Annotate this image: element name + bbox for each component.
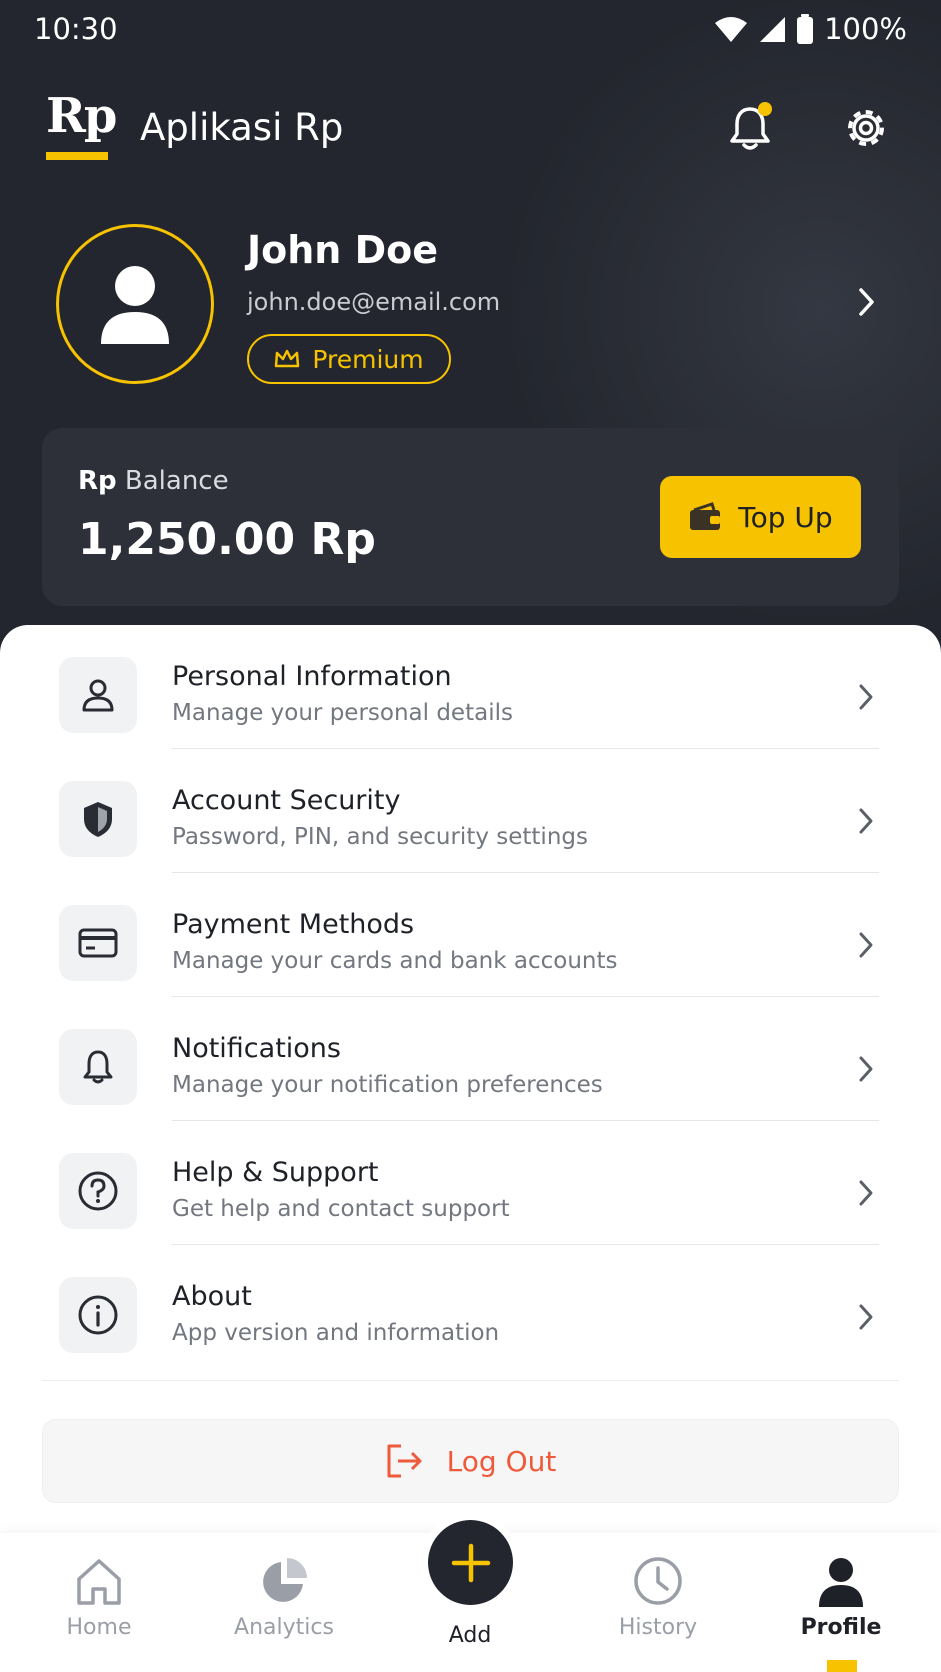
menu-title: Payment Methods — [172, 909, 415, 940]
nav-profile-label: Profile — [800, 1615, 882, 1640]
premium-badge: Premium — [247, 334, 451, 384]
status-bar: 10:30 100% — [0, 0, 941, 60]
crown-icon — [275, 349, 300, 368]
nav-history[interactable]: History — [588, 1553, 728, 1640]
menu-item-account-security[interactable]: Account Security Password, PIN, and secu… — [0, 749, 941, 873]
chevron-right-icon — [859, 1180, 873, 1206]
balance-value: 1,250.00 Rp — [78, 514, 376, 565]
active-tab-indicator — [827, 1660, 857, 1672]
logo-underline — [46, 152, 108, 160]
chevron-right-icon — [859, 684, 873, 710]
header-section: 10:30 100% Rp Aplikasi Rp John Doe john.… — [0, 0, 941, 660]
user-avatar-icon — [101, 266, 169, 344]
battery-icon — [797, 14, 814, 44]
menu-icon-box — [59, 1153, 137, 1229]
home-icon — [77, 1559, 121, 1605]
menu-title: Help & Support — [172, 1157, 379, 1188]
menu-subtitle: App version and information — [172, 1320, 500, 1346]
nav-add-label[interactable]: Add — [400, 1623, 540, 1648]
gear-icon — [848, 110, 884, 146]
menu-subtitle: Password, PIN, and security settings — [172, 824, 588, 850]
balance-currency: Rp — [78, 466, 117, 496]
info-icon — [78, 1295, 118, 1335]
menu-item-payment-methods[interactable]: Payment Methods Manage your cards and ba… — [0, 873, 941, 997]
pie-chart-icon — [263, 1558, 307, 1602]
balance-label-text: Balance — [124, 466, 229, 496]
battery-percent: 100% — [824, 12, 907, 46]
chevron-right-icon — [859, 808, 873, 834]
menu-subtitle: Get help and contact support — [172, 1196, 510, 1222]
signal-icon — [760, 17, 786, 42]
clock-icon — [634, 1557, 682, 1605]
help-icon — [78, 1171, 118, 1211]
nav-home[interactable]: Home — [29, 1553, 169, 1640]
menu-icon-box — [59, 657, 137, 733]
app-bar: Rp Aplikasi Rp — [0, 86, 941, 166]
log-out-button[interactable]: Log Out — [42, 1419, 899, 1503]
menu-icon-box — [59, 781, 137, 857]
nav-home-label: Home — [66, 1615, 132, 1640]
profile-name: John Doe — [247, 228, 439, 272]
chevron-right-icon — [859, 932, 873, 958]
user-icon — [82, 679, 114, 712]
chevron-right-icon — [859, 288, 874, 316]
menu-title: About — [172, 1281, 252, 1312]
logout-icon — [387, 1444, 422, 1478]
settings-button[interactable] — [840, 102, 892, 154]
list-divider — [42, 1380, 899, 1381]
menu-item-personal-information[interactable]: Personal Information Manage your persona… — [0, 625, 941, 749]
notifications-button[interactable] — [724, 102, 776, 154]
top-up-label: Top Up — [738, 500, 833, 534]
nav-analytics[interactable]: Analytics — [214, 1553, 354, 1640]
menu-title: Personal Information — [172, 661, 452, 692]
menu-icon-box — [59, 1277, 137, 1353]
menu-icon-box — [59, 1029, 137, 1105]
status-icons: 100% — [714, 12, 907, 46]
menu-subtitle: Manage your notification preferences — [172, 1072, 603, 1098]
menu-title: Notifications — [172, 1033, 341, 1064]
settings-sheet: Personal Information Manage your persona… — [0, 625, 941, 1533]
app-logo: Rp — [46, 92, 117, 160]
nav-history-label: History — [618, 1615, 698, 1640]
menu-subtitle: Manage your personal details — [172, 700, 513, 726]
wifi-icon — [715, 17, 748, 42]
shield-icon — [84, 802, 112, 837]
card-icon — [78, 928, 118, 958]
profile-card[interactable]: John Doe john.doe@email.com Premium — [0, 222, 941, 388]
nav-profile[interactable]: Profile — [771, 1553, 911, 1640]
app-title: Aplikasi Rp — [140, 106, 344, 149]
top-up-button[interactable]: Top Up — [660, 476, 861, 558]
plus-icon — [451, 1543, 490, 1582]
nav-analytics-label: Analytics — [234, 1615, 334, 1640]
chevron-right-icon — [859, 1056, 873, 1082]
menu-title: Account Security — [172, 785, 401, 816]
bottom-nav: Home Analytics Add History Profile — [0, 1513, 941, 1672]
log-out-label: Log Out — [446, 1444, 557, 1478]
menu-icon-box — [59, 905, 137, 981]
menu-subtitle: Manage your cards and bank accounts — [172, 948, 618, 974]
profile-email: john.doe@email.com — [247, 288, 501, 316]
logo-text: Rp — [46, 88, 117, 144]
menu-item-about[interactable]: About App version and information — [0, 1245, 941, 1369]
status-time: 10:30 — [34, 12, 118, 46]
balance-label: Rp Balance — [78, 466, 229, 496]
menu-item-notifications[interactable]: Notifications Manage your notification p… — [0, 997, 941, 1121]
premium-label: Premium — [312, 344, 424, 374]
menu-item-help-support[interactable]: Help & Support Get help and contact supp… — [0, 1121, 941, 1245]
user-icon — [819, 1558, 863, 1607]
wallet-icon — [690, 502, 721, 530]
add-button[interactable] — [428, 1520, 513, 1605]
balance-card: Rp Balance 1,250.00 Rp Top Up — [42, 428, 899, 606]
chevron-right-icon — [859, 1304, 873, 1330]
bell-icon — [83, 1050, 113, 1084]
notification-dot — [758, 102, 772, 116]
avatar — [56, 224, 214, 384]
